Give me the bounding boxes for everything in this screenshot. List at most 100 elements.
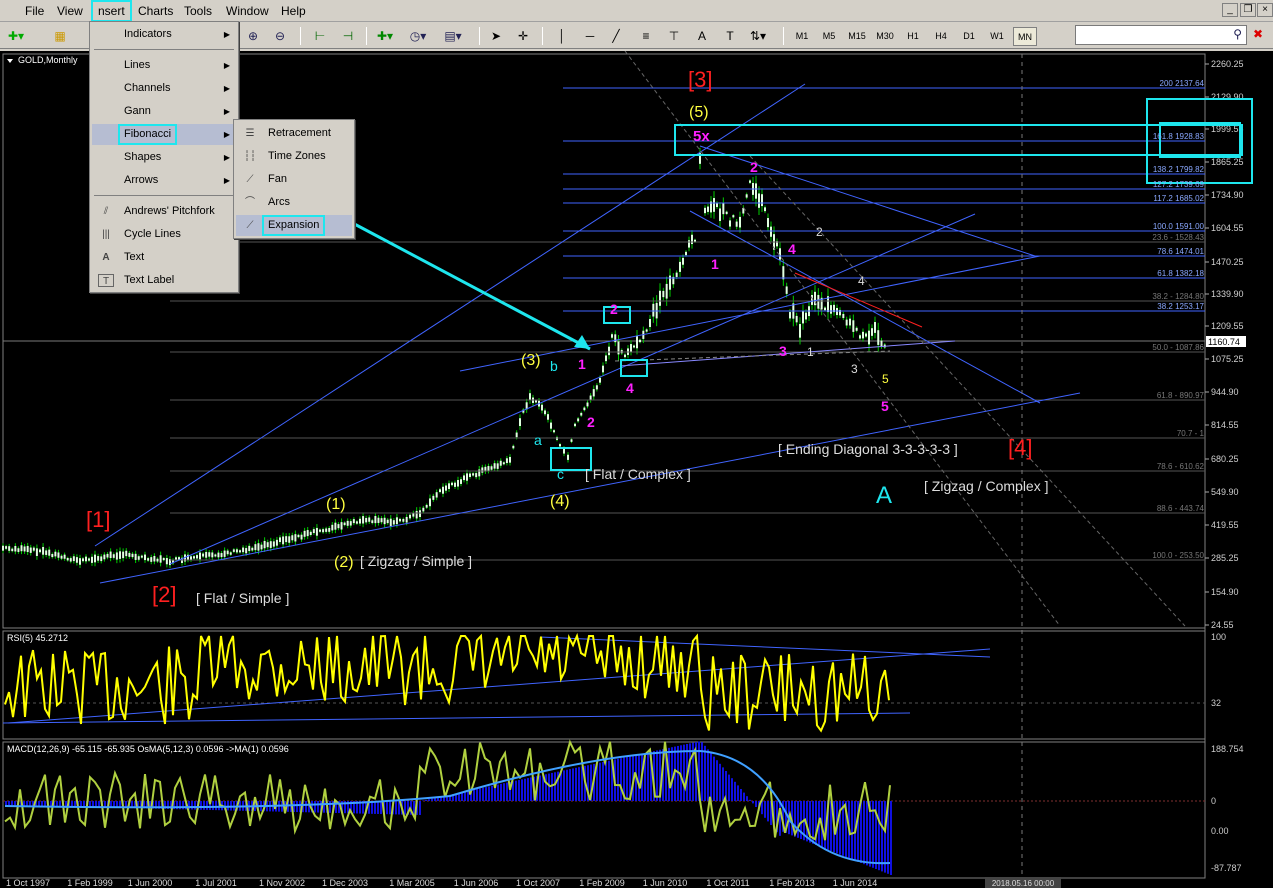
autoscroll-icon[interactable]: ⊣ xyxy=(338,26,358,46)
menu-insert[interactable]: nsert xyxy=(91,0,132,22)
macd-histogram-bar xyxy=(488,786,490,801)
cursor-icon[interactable]: ➤ xyxy=(486,26,506,46)
fibonacci-icon[interactable]: ⊤ xyxy=(664,26,684,46)
vertical-line-icon[interactable]: │ xyxy=(552,26,572,46)
wave-label-b: b xyxy=(550,358,558,374)
candle-body xyxy=(355,521,358,524)
menu-item-gann[interactable]: Gann ▶ xyxy=(92,101,236,122)
fib-level-label: 88.6 - 443.74 xyxy=(1157,504,1205,513)
horizontal-line-icon[interactable]: ─ xyxy=(580,26,600,46)
profiles-icon[interactable]: ▦ xyxy=(50,26,70,46)
timeframe-h4[interactable]: H4 xyxy=(929,27,953,46)
candle-body xyxy=(57,552,60,558)
zoom-in-icon[interactable]: ⊕ xyxy=(243,26,263,46)
macd-histogram-bar xyxy=(866,801,868,866)
rsi-trend-line xyxy=(2,712,911,724)
macd-histogram-bar xyxy=(71,801,73,807)
templates-icon[interactable]: ▤▾ xyxy=(443,26,463,46)
menu-item-cycle-lines[interactable]: ||| Cycle Lines xyxy=(92,224,236,245)
macd-scale-label: -87.787 xyxy=(1211,863,1242,873)
timeframe-m5[interactable]: M5 xyxy=(817,27,841,46)
macd-histogram-bar xyxy=(572,768,574,801)
wave-label-A: A xyxy=(876,482,892,509)
new-chart-icon[interactable]: ✚▾ xyxy=(6,26,26,46)
timeframe-h1[interactable]: H1 xyxy=(901,27,925,46)
macd-histogram-bar xyxy=(38,801,40,806)
macd-histogram-bar xyxy=(206,801,208,810)
candle-body xyxy=(374,516,377,524)
macd-histogram-bar xyxy=(50,801,52,807)
chart-title: GOLD,Monthly xyxy=(18,55,78,65)
candle-body xyxy=(112,554,115,558)
menu-item-lines[interactable]: Lines ▶ xyxy=(92,55,236,76)
macd-histogram-bar xyxy=(518,780,520,801)
candle-body xyxy=(435,492,438,498)
menu-item-fibonacci[interactable]: Fibonacci ▶ xyxy=(92,124,236,145)
menu-item-shapes[interactable]: Shapes ▶ xyxy=(92,147,236,168)
timeframe-m15[interactable]: M15 xyxy=(845,27,869,46)
timeframe-mn[interactable]: MN xyxy=(1013,27,1037,46)
timeframe-m1[interactable]: M1 xyxy=(790,27,814,46)
trendline-icon[interactable]: ╱ xyxy=(606,26,626,46)
menu-item-text-label[interactable]: T Text Label xyxy=(92,270,236,291)
menu-file[interactable]: File xyxy=(20,2,49,20)
menu-item-fan[interactable]: ⟋ Fan xyxy=(236,169,352,190)
chart-shift-icon[interactable]: ⊢ xyxy=(310,26,330,46)
menu-charts[interactable]: Charts xyxy=(133,2,178,20)
menu-item-text[interactable]: A Text xyxy=(92,247,236,268)
candle-body xyxy=(220,553,223,558)
macd-histogram-bar xyxy=(377,801,379,814)
candle-body xyxy=(583,407,586,411)
fan-icon: ⟋ xyxy=(246,174,254,185)
macd-histogram-bar xyxy=(566,769,568,801)
candle-body xyxy=(331,524,334,531)
zoom-out-icon[interactable]: ⊖ xyxy=(270,26,290,46)
candle-body xyxy=(162,558,165,561)
menu-help[interactable]: Help xyxy=(276,2,311,20)
menu-item-arrows[interactable]: Arrows ▶ xyxy=(92,170,236,191)
menu-item-indicators[interactable]: Indicators ▶ xyxy=(92,24,236,45)
text-label-icon[interactable]: T xyxy=(720,26,740,46)
search-icon[interactable]: ⚲ xyxy=(1233,27,1242,41)
minimize-icon[interactable]: _ xyxy=(1222,3,1238,17)
indicators-icon[interactable]: ✚▾ xyxy=(375,26,395,46)
wave-label-m1: 1 xyxy=(578,356,586,372)
restore-icon[interactable]: ❐ xyxy=(1240,3,1256,17)
menu-tools[interactable]: Tools xyxy=(179,2,217,20)
menu-item-retracement[interactable]: ☰ Retracement xyxy=(236,123,352,144)
periods-icon[interactable]: ◷▾ xyxy=(408,26,428,46)
close-chart-icon[interactable]: ✖ xyxy=(1253,27,1263,41)
equidistant-channel-icon[interactable]: ≡ xyxy=(636,26,656,46)
macd-histogram-bar xyxy=(314,801,316,813)
candle-body xyxy=(469,473,471,477)
macd-histogram-bar xyxy=(476,789,478,801)
candle-body xyxy=(294,534,297,542)
macd-histogram-bar xyxy=(479,788,481,801)
text-tool-icon[interactable]: A xyxy=(692,26,712,46)
timeframe-d1[interactable]: D1 xyxy=(957,27,981,46)
menu-window[interactable]: Window xyxy=(221,2,274,20)
candle-body xyxy=(346,520,349,526)
wave-label-p5: (5) xyxy=(689,104,709,121)
trend-line xyxy=(619,340,956,367)
candle-body xyxy=(300,534,303,540)
menu-item-channels[interactable]: Channels ▶ xyxy=(92,78,236,99)
candle-body xyxy=(69,558,72,562)
candle-body xyxy=(211,552,214,558)
menu-item-arcs[interactable]: ⌒ Arcs xyxy=(236,192,352,213)
timeframe-m30[interactable]: M30 xyxy=(873,27,897,46)
menu-view[interactable]: View xyxy=(52,2,88,20)
timeframe-w1[interactable]: W1 xyxy=(985,27,1009,46)
candle-body xyxy=(325,528,328,532)
macd-histogram-bar xyxy=(743,792,745,801)
menu-item-time-zones[interactable]: ┆┆ Time Zones xyxy=(236,146,352,167)
close-icon[interactable]: × xyxy=(1257,3,1273,17)
arrows-icon[interactable]: ⇅▾ xyxy=(748,26,768,46)
macd-histogram-bar xyxy=(194,801,196,810)
menu-item-expansion[interactable]: ⟋ Expansion xyxy=(236,215,352,236)
search-input[interactable]: ⚲ xyxy=(1075,25,1247,45)
menu-item-pitchfork[interactable]: ⫽ Andrews' Pitchfork xyxy=(92,201,236,222)
crosshair-icon[interactable]: ✛ xyxy=(513,26,533,46)
macd-histogram-bar xyxy=(74,801,76,807)
candle-body xyxy=(63,554,66,559)
